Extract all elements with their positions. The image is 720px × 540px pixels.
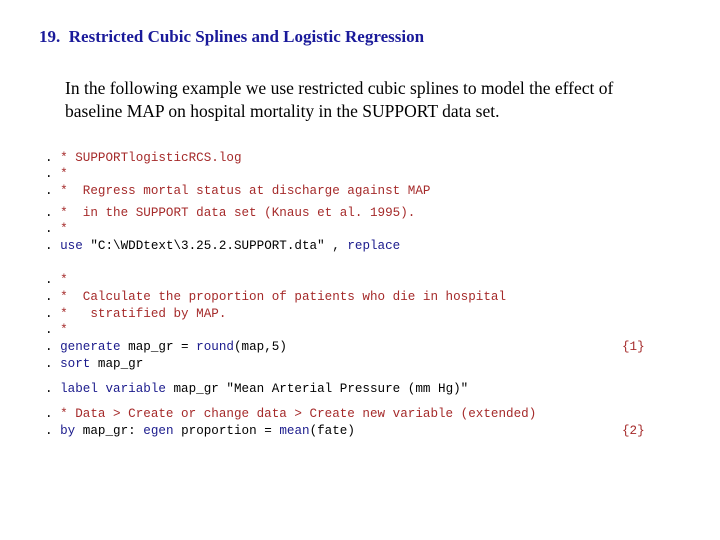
comment-text: * Regress mortal status at discharge aga… [60, 184, 431, 198]
code-line-use: . use "C:\WDDtext\3.25.2.SUPPORT.dta" , … [45, 238, 400, 254]
function-round: round [196, 340, 234, 354]
code-line-comment: . * SUPPORTlogisticRCS.log [45, 150, 242, 166]
command-use: use [60, 239, 83, 253]
command-label-variable: label variable [60, 382, 166, 396]
prompt-dot: . [45, 167, 53, 181]
comment-text: * Data > Create or change data > Create … [60, 407, 537, 421]
code-line-comment: . * Calculate the proportion of patients… [45, 289, 506, 305]
code-line-comment: . * [45, 166, 68, 182]
by-args: map_gr: [75, 424, 144, 438]
comment-text: * [60, 222, 68, 236]
comment-text: * Calculate the proportion of patients w… [60, 290, 507, 304]
prompt-dot: . [45, 239, 53, 253]
command-args: "C:\WDDtext\3.25.2.SUPPORT.dta" , [82, 239, 348, 253]
prompt-dot: . [45, 357, 53, 371]
footnote-marker-1: {1} [622, 340, 645, 354]
prompt-dot: . [45, 184, 53, 198]
function-args: (fate) [309, 424, 355, 438]
command-generate: generate [60, 340, 121, 354]
function-args: (map,5) [233, 340, 287, 354]
prompt-dot: . [45, 222, 53, 236]
command-args: proportion = [173, 424, 280, 438]
comment-text: * [60, 323, 68, 337]
prompt-dot: . [45, 290, 53, 304]
comment-text: * in the SUPPORT data set (Knaus et al. … [60, 206, 416, 220]
code-line-comment: . * [45, 221, 68, 237]
prompt-dot: . [45, 424, 53, 438]
code-line-label: . label variable map_gr "Mean Arterial P… [45, 381, 468, 397]
code-line-sort: . sort map_gr [45, 356, 143, 372]
code-line-comment: . * stratified by MAP. [45, 306, 226, 322]
intro-line-1: In the following example we use restrict… [65, 78, 614, 98]
comment-text: * [60, 167, 68, 181]
prompt-dot: . [45, 206, 53, 220]
prompt-dot: . [45, 307, 53, 321]
prompt-dot: . [45, 323, 53, 337]
command-args: map_gr "Mean Arterial Pressure (mm Hg)" [165, 382, 469, 396]
option-replace: replace [347, 239, 401, 253]
code-line-comment: . * Regress mortal status at discharge a… [45, 183, 430, 199]
comment-text: * SUPPORTlogisticRCS.log [60, 151, 242, 165]
code-line-generate: . generate map_gr = round(map,5) [45, 339, 287, 355]
prompt-dot: . [45, 151, 53, 165]
prompt-dot: . [45, 340, 53, 354]
command-egen: egen [143, 424, 174, 438]
command-args: map_gr = [120, 340, 197, 354]
prompt-dot: . [45, 273, 53, 287]
command-sort: sort [60, 357, 91, 371]
function-mean: mean [279, 424, 310, 438]
comment-text: * stratified by MAP. [60, 307, 227, 321]
code-line-comment: . * Data > Create or change data > Creat… [45, 406, 536, 422]
prefix-by: by [60, 424, 76, 438]
footnote-marker-2: {2} [622, 424, 645, 438]
intro-paragraph: In the following example we use restrict… [65, 77, 685, 123]
command-args: map_gr [90, 357, 144, 371]
comment-text: * [60, 273, 68, 287]
code-line-comment: . * in the SUPPORT data set (Knaus et al… [45, 205, 415, 221]
intro-line-2: baseline MAP on hospital mortality in th… [65, 101, 500, 121]
code-line-comment: . * [45, 322, 68, 338]
code-line-comment: . * [45, 272, 68, 288]
code-line-egen: . by map_gr: egen proportion = mean(fate… [45, 423, 355, 439]
prompt-dot: . [45, 407, 53, 421]
page-title: 19. Restricted Cubic Splines and Logisti… [39, 27, 425, 46]
prompt-dot: . [45, 382, 53, 396]
